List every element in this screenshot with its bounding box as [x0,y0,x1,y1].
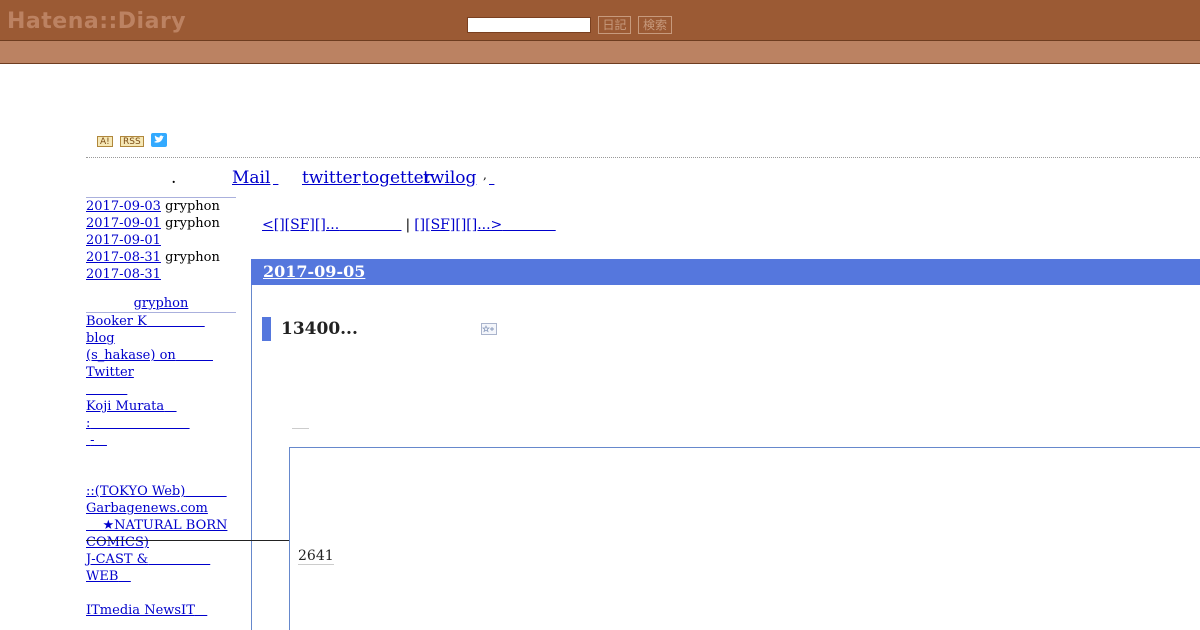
sidebar-link: ★NATURAL BORN [86,517,236,534]
sidebar-link [86,381,236,398]
comment-date-link[interactable]: 2017-08-31 [86,267,161,282]
sidebar-link-item[interactable]: Twitter [86,365,134,380]
sidebar-link: Booker K [86,313,236,330]
sidebar-link: WEB [86,568,236,585]
sidebar-link-underline[interactable] [147,314,205,329]
prev-entry-link[interactable]: <[][SF][]... [262,217,339,233]
sidebar-link-underline[interactable] [195,603,207,618]
recent-comment: 2017-09-01 gryphon [86,215,236,232]
hatena-diary-logo[interactable]: Hatena::Diary [7,9,186,34]
sidebar-link-underline[interactable] [118,569,130,584]
sidebar-link-item[interactable]: Booker K [86,314,147,329]
nav-blank-link[interactable] [489,168,526,188]
recent-comment: 2017-08-31 gryphon [86,249,236,266]
embed-divider-line [86,540,289,541]
sidebar-link: ::(TOKYO Web) [86,483,236,500]
sidebar-link: : [86,415,236,432]
prev-entry-underline[interactable] [339,217,401,233]
sidebar-link: - [86,432,236,449]
search-button[interactable]: 検索 [638,16,672,34]
mail-link-blank[interactable] [273,168,297,188]
sidebar-link-underline[interactable] [164,399,176,414]
mail-link[interactable]: Mail [232,168,270,188]
sidebar-link-item[interactable]: Garbagenews.com [86,501,208,516]
sidebar-link: blog [86,330,236,347]
embed-count[interactable]: 2641 [298,548,334,565]
sidebar-link-item[interactable]: COMICS) [86,535,149,550]
sidebar-link-item[interactable]: J-CAST & [86,552,148,567]
sidebar-link: COMICS) [86,534,236,551]
sidebar-link: Koji Murata [86,398,236,415]
comment-date-link[interactable]: 2017-08-31 [86,250,161,265]
next-entry-link[interactable]: [][SF][][]...> [414,217,502,233]
recent-comment: 2017-08-31 [86,266,236,283]
comment-user: gryphon [165,216,220,231]
sidebar-section-heading: gryphon [86,295,236,312]
sidebar-link: Garbagenews.com [86,500,236,517]
sidebar-link: ITmedia NewsIT [86,602,236,619]
embedded-content-box [289,447,1200,630]
gryphon-link[interactable]: gryphon [134,296,189,311]
sidebar-link-blank[interactable] [86,382,127,397]
comment-user: gryphon [165,199,220,214]
sidebar-link-underline[interactable] [95,433,107,448]
entry-title[interactable]: 13400... [281,317,358,341]
recent-comment: 2017-09-03 gryphon [86,198,236,215]
sidebar-link-underline[interactable] [90,416,189,431]
comment-user: gryphon [165,250,220,265]
sidebar-link: J-CAST & [86,551,236,568]
comment-date-link[interactable]: 2017-09-01 [86,216,161,231]
entry-title-marker [262,317,271,341]
twitter-link[interactable]: twitter [302,168,361,188]
embed-top-mark [292,428,309,429]
diary-search-button[interactable]: 日記 [598,16,631,34]
sidebar-link-underline[interactable] [185,484,226,499]
next-entry-underline[interactable] [502,217,555,233]
pager-separator: | [405,217,411,233]
nav-dot: . [171,168,177,188]
rss-icon[interactable]: RSS [120,136,144,147]
hatena-antenna-icon[interactable]: A! [97,136,113,147]
entry-date-link[interactable]: 2017-09-05 [263,262,365,281]
sidebar-link-item[interactable]: WEB [86,569,118,584]
search-input[interactable] [467,17,591,33]
entry-pager: <[][SF][]... | [][SF][][]...> [262,217,556,233]
comment-date-link[interactable]: 2017-09-01 [86,233,161,248]
sidebar-link-item[interactable]: ★NATURAL BORN [103,518,228,533]
twilog-link[interactable]: twilog [423,168,476,188]
nav-separator: , [483,168,487,182]
sidebar-link-underline[interactable] [176,348,213,363]
add-star-icon[interactable] [481,323,497,335]
sidebar-link-item[interactable]: ::(TOKYO Web) [86,484,185,499]
profile-divider [86,157,1200,158]
sidebar-link-item[interactable] [86,518,103,533]
sidebar-link-item[interactable]: (s_hakase) on [86,348,176,363]
header-subbar [0,40,1200,64]
sidebar-link-item[interactable]: blog [86,331,115,346]
sidebar-link: Twitter [86,364,236,381]
recent-comment: 2017-09-01 [86,232,236,249]
sidebar-link-item[interactable]: ITmedia NewsIT [86,603,195,618]
hatena-header-bar: Hatena::Diary 日記 検索 [0,0,1200,40]
togetter-link[interactable]: togetter [362,168,432,188]
twitter-icon[interactable] [151,133,167,147]
comment-date-link[interactable]: 2017-09-03 [86,199,161,214]
sidebar-link: (s_hakase) on [86,347,236,364]
sidebar: 2017-09-03 gryphon 2017-09-01 gryphon 20… [86,197,236,619]
main-column-rule [251,259,252,630]
sidebar-link-underline[interactable] [148,552,210,567]
entry-date-header: 2017-09-05 [251,259,1200,285]
sidebar-link-item[interactable]: Koji Murata [86,399,164,414]
